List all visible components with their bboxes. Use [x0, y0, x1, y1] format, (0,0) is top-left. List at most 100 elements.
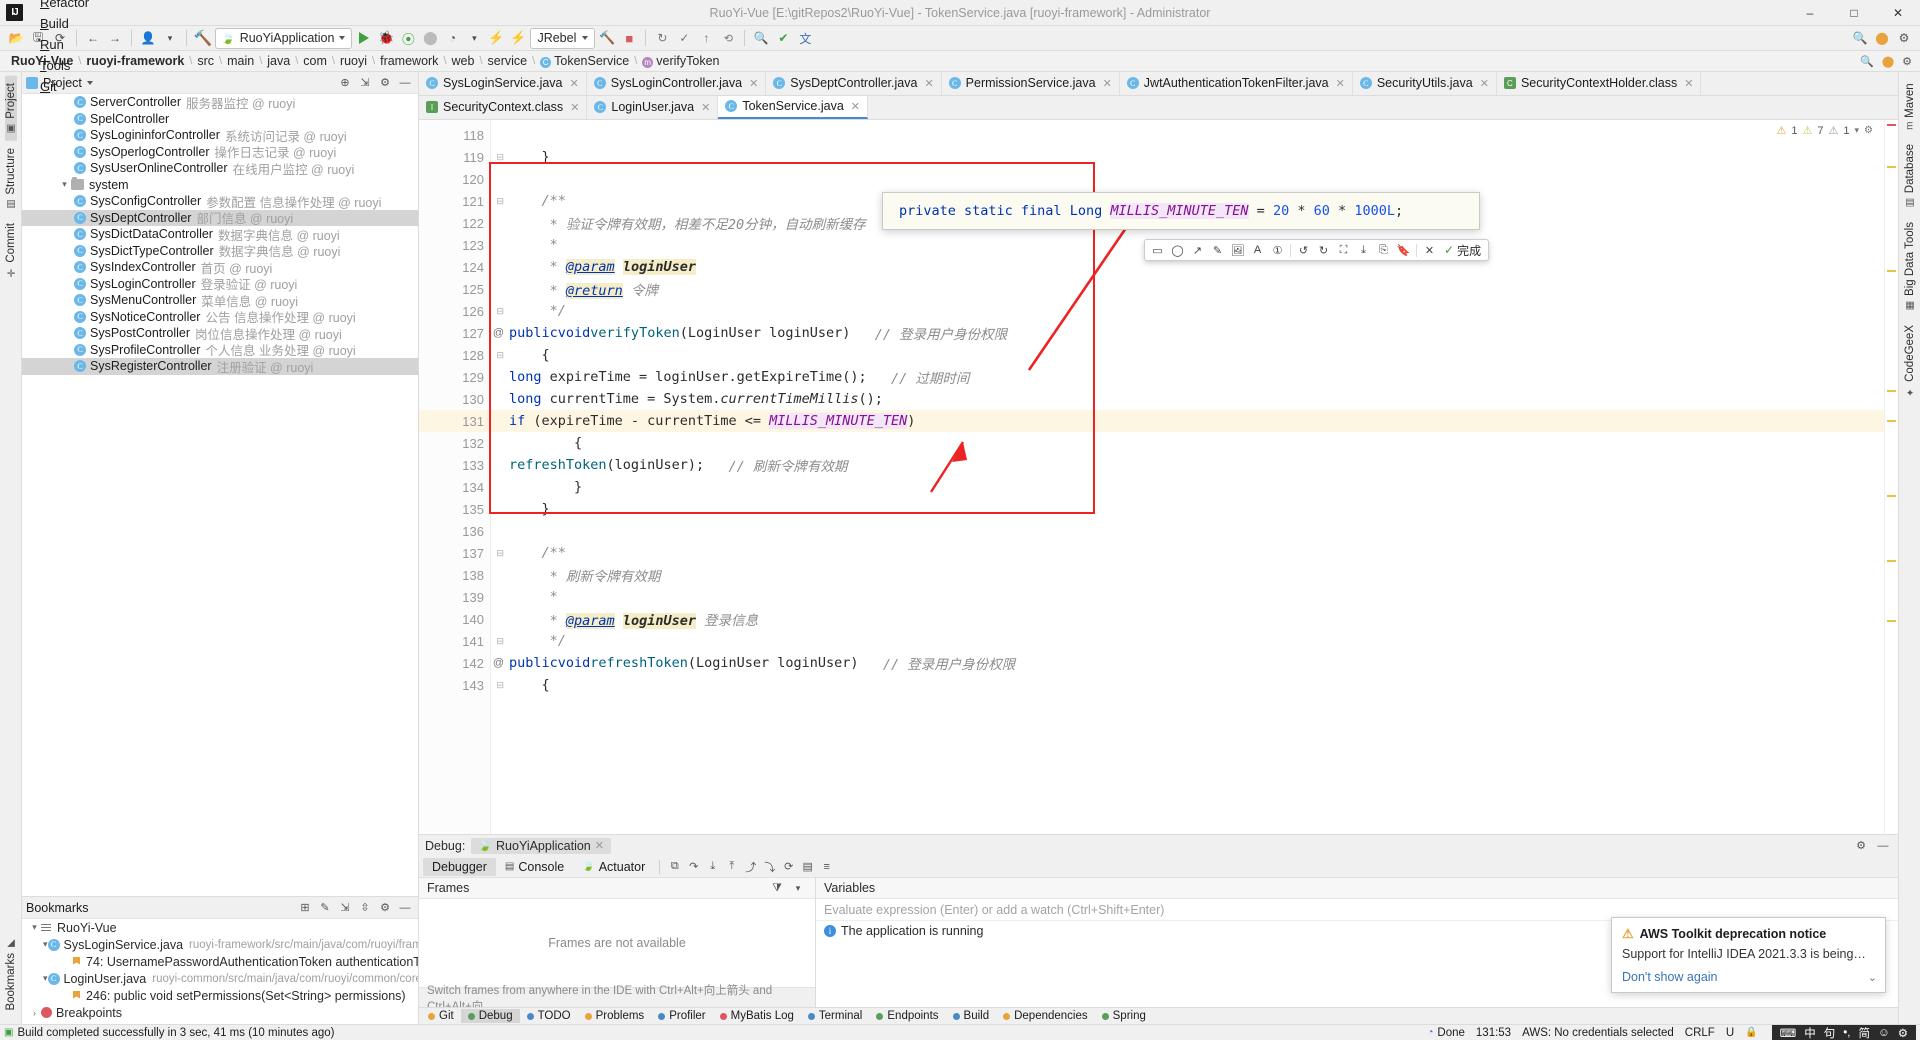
code-line[interactable]: *: [491, 586, 1884, 608]
number-icon[interactable]: ①: [1268, 241, 1287, 259]
add-bookmark-icon[interactable]: ⊞: [296, 899, 314, 917]
gutter-line[interactable]: 136: [419, 520, 490, 542]
tree-node[interactable]: C SysConfigController 参数配置 信息操作处理 @ ruoyi: [22, 193, 418, 210]
expand-arrow-icon[interactable]: ▾: [58, 179, 71, 190]
menu-build[interactable]: Build: [31, 13, 100, 34]
code-line[interactable]: {: [491, 432, 1884, 454]
chevron-down-icon[interactable]: ▾: [1855, 125, 1860, 136]
expand-arrow-icon[interactable]: ▾: [28, 922, 41, 933]
settings-icon[interactable]: ≡: [817, 858, 836, 876]
editor-tab-sysloginservice-java[interactable]: C SysLoginService.java ✕: [419, 72, 587, 95]
breadcrumb-item-service[interactable]: service: [485, 54, 531, 68]
tree-node[interactable]: C SysPostController 岗位信息操作处理 @ ruoyi: [22, 325, 418, 342]
close-icon[interactable]: ✕: [924, 77, 933, 90]
file-encoding[interactable]: U: [1726, 1027, 1734, 1039]
tree-node[interactable]: C SysProfileController 个人信息 业务处理 @ ruoyi: [22, 342, 418, 358]
lock-icon[interactable]: 🔒: [1745, 1027, 1757, 1038]
gutter-line[interactable]: 118: [419, 124, 490, 146]
warning-marker[interactable]: [1887, 420, 1896, 422]
editor-tab-permissionservice-java[interactable]: C PermissionService.java ✕: [941, 72, 1120, 95]
run-configuration-selector[interactable]: 🍃 RuoYiApplication: [215, 27, 353, 49]
stop-red-icon[interactable]: ■: [619, 28, 639, 48]
bottom-tab-terminal[interactable]: Terminal: [801, 1009, 869, 1023]
editor-tabs-row-2[interactable]: I SecurityContext.class ✕ C LoginUser.java ✕ C…: [419, 96, 1898, 120]
debug-tab-actuator[interactable]: 🍃 Actuator: [573, 858, 654, 876]
rectangle-icon[interactable]: ▭: [1148, 241, 1167, 259]
menu-refactor[interactable]: Refactor: [31, 0, 100, 13]
step-over-icon[interactable]: ↷: [684, 858, 703, 876]
tree-node[interactable]: C ServerController 服务器监控 @ ruoyi: [22, 94, 418, 111]
ime-settings-icon[interactable]: ⚙: [1898, 1026, 1908, 1040]
gutter-line[interactable]: 142 @: [419, 652, 504, 674]
bottom-tab-endpoints[interactable]: Endpoints: [869, 1009, 945, 1023]
close-icon[interactable]: ✕: [1480, 77, 1489, 90]
code-line[interactable]: {: [491, 674, 1884, 696]
ime-mode-chinese[interactable]: 中: [1804, 1025, 1816, 1040]
marker-column[interactable]: [1884, 120, 1898, 834]
aws-credentials[interactable]: AWS: No credentials selected: [1522, 1027, 1674, 1039]
code-line[interactable]: public void refreshToken (LoginUser login…: [491, 652, 1884, 674]
gutter-line[interactable]: 138: [419, 564, 490, 586]
gutter-line[interactable]: 130: [419, 388, 490, 410]
bookmark-row[interactable]: ▾ C LoginUser.java ruoyi-common/src/main/ja…: [22, 970, 418, 987]
bottom-tab-dependencies[interactable]: Dependencies: [996, 1009, 1095, 1023]
window-controls[interactable]: – □ ✕: [1788, 0, 1920, 26]
run-to-cursor-icon[interactable]: ⤵: [760, 858, 779, 876]
tree-node[interactable]: ▾ system: [22, 177, 418, 194]
breadcrumb-item-com[interactable]: com: [300, 54, 330, 68]
code-line[interactable]: long currentTime = System. currentTimeMil…: [491, 388, 1884, 410]
hide-icon[interactable]: —: [396, 74, 414, 92]
editor-tab-syslogincontroller-java[interactable]: C SysLoginController.java ✕: [586, 72, 767, 95]
tree-node[interactable]: C SysDeptController 部门信息 @ ruoyi: [22, 209, 418, 226]
gutter-line[interactable]: 143 ⊟: [419, 674, 504, 696]
code-line[interactable]: */: [491, 630, 1884, 652]
push-icon[interactable]: ↑: [696, 28, 716, 48]
code-line[interactable]: }: [491, 146, 1884, 168]
chevron-down-icon[interactable]: ▾: [789, 879, 807, 897]
breadcrumb-item-tokenservice[interactable]: C TokenService: [537, 54, 632, 68]
editor-gutter[interactable]: 118 119 ⊟ 120 121 ⊟ 122 123 124 125 126 ⊟ 127 @128 ⊟ 12…: [419, 120, 506, 834]
tree-node[interactable]: C SysLogininforController 系统访问记录 @ ruoyi: [22, 127, 418, 144]
ime-symbol[interactable]: •,: [1843, 1027, 1850, 1039]
maximize-button[interactable]: □: [1832, 0, 1876, 26]
translate-icon[interactable]: 文: [795, 28, 815, 48]
breadcrumb-actions[interactable]: 🔍 ⬤ ⚙: [1860, 55, 1912, 68]
forward-icon[interactable]: →: [105, 28, 125, 48]
hammer-gray-icon[interactable]: 🔨: [597, 28, 617, 48]
ime-bar[interactable]: ⌨ 中 句 •, 简 ☺ ⚙: [1771, 1024, 1916, 1040]
debug-tabs[interactable]: Debugger ▤ Console 🍃 Actuator ⧉ ↷ ⤓ ⤒ ⤴ ⤵ ⟳ ▤ ≡: [419, 856, 1898, 878]
bookmark-row[interactable]: ▾ C SysLoginService.java ruoyi-framework/sr…: [22, 936, 418, 953]
bottom-tab-profiler[interactable]: Profiler: [651, 1009, 712, 1023]
chevron-down-icon[interactable]: ▾: [160, 28, 180, 48]
download-icon[interactable]: ⤓: [1354, 241, 1373, 259]
bookmarks-tree[interactable]: ▾ RuoYi-Vue ▾ C SysLoginService.java ruoyi-fr…: [22, 919, 418, 1024]
code-line[interactable]: refreshToken (loginUser); // 刷新令牌有效期: [491, 454, 1884, 476]
build-hammer-icon[interactable]: 🔨: [193, 28, 213, 48]
close-icon[interactable]: ✕: [570, 77, 579, 90]
jrebel-selector[interactable]: JRebel: [530, 27, 596, 49]
tree-node[interactable]: C SysIndexController 首页 @ ruoyi: [22, 259, 418, 276]
chevron-down-icon[interactable]: ▾: [464, 28, 484, 48]
notifications-icon[interactable]: ⬤: [1872, 28, 1892, 48]
code-line[interactable]: }: [491, 498, 1884, 520]
step-into-icon[interactable]: ⤓: [703, 858, 722, 876]
edit-icon[interactable]: ✎: [316, 899, 334, 917]
jrebel-debug-icon[interactable]: ⚡: [508, 28, 528, 48]
close-icon[interactable]: ✕: [1336, 77, 1345, 90]
settings-gear-icon[interactable]: ⚙: [1894, 28, 1914, 48]
close-icon[interactable]: ✕: [1103, 77, 1112, 90]
code-line[interactable]: [491, 168, 1884, 190]
settings-icon[interactable]: ⚙: [376, 74, 394, 92]
tree-node[interactable]: C SysOperlogController 操作日志记录 @ ruoyi: [22, 144, 418, 160]
breadcrumb-item-verifytoken[interactable]: m verifyToken: [639, 54, 722, 68]
gutter-line[interactable]: 129: [419, 366, 490, 388]
done-button[interactable]: ✓ 完成: [1440, 242, 1485, 259]
rail-tab-structure[interactable]: ▤ Structure: [5, 141, 17, 217]
check-icon[interactable]: ✔: [773, 28, 793, 48]
code-line[interactable]: }: [491, 476, 1884, 498]
copy-icon[interactable]: ⎘: [1374, 241, 1393, 259]
breadcrumb-item-java[interactable]: java: [264, 54, 293, 68]
project-tree[interactable]: C ServerController 服务器监控 @ ruoyi C SpelContr…: [22, 94, 418, 896]
rail-tab-commit[interactable]: ✛ Commit: [5, 216, 17, 285]
threads-icon[interactable]: ▤: [798, 858, 817, 876]
